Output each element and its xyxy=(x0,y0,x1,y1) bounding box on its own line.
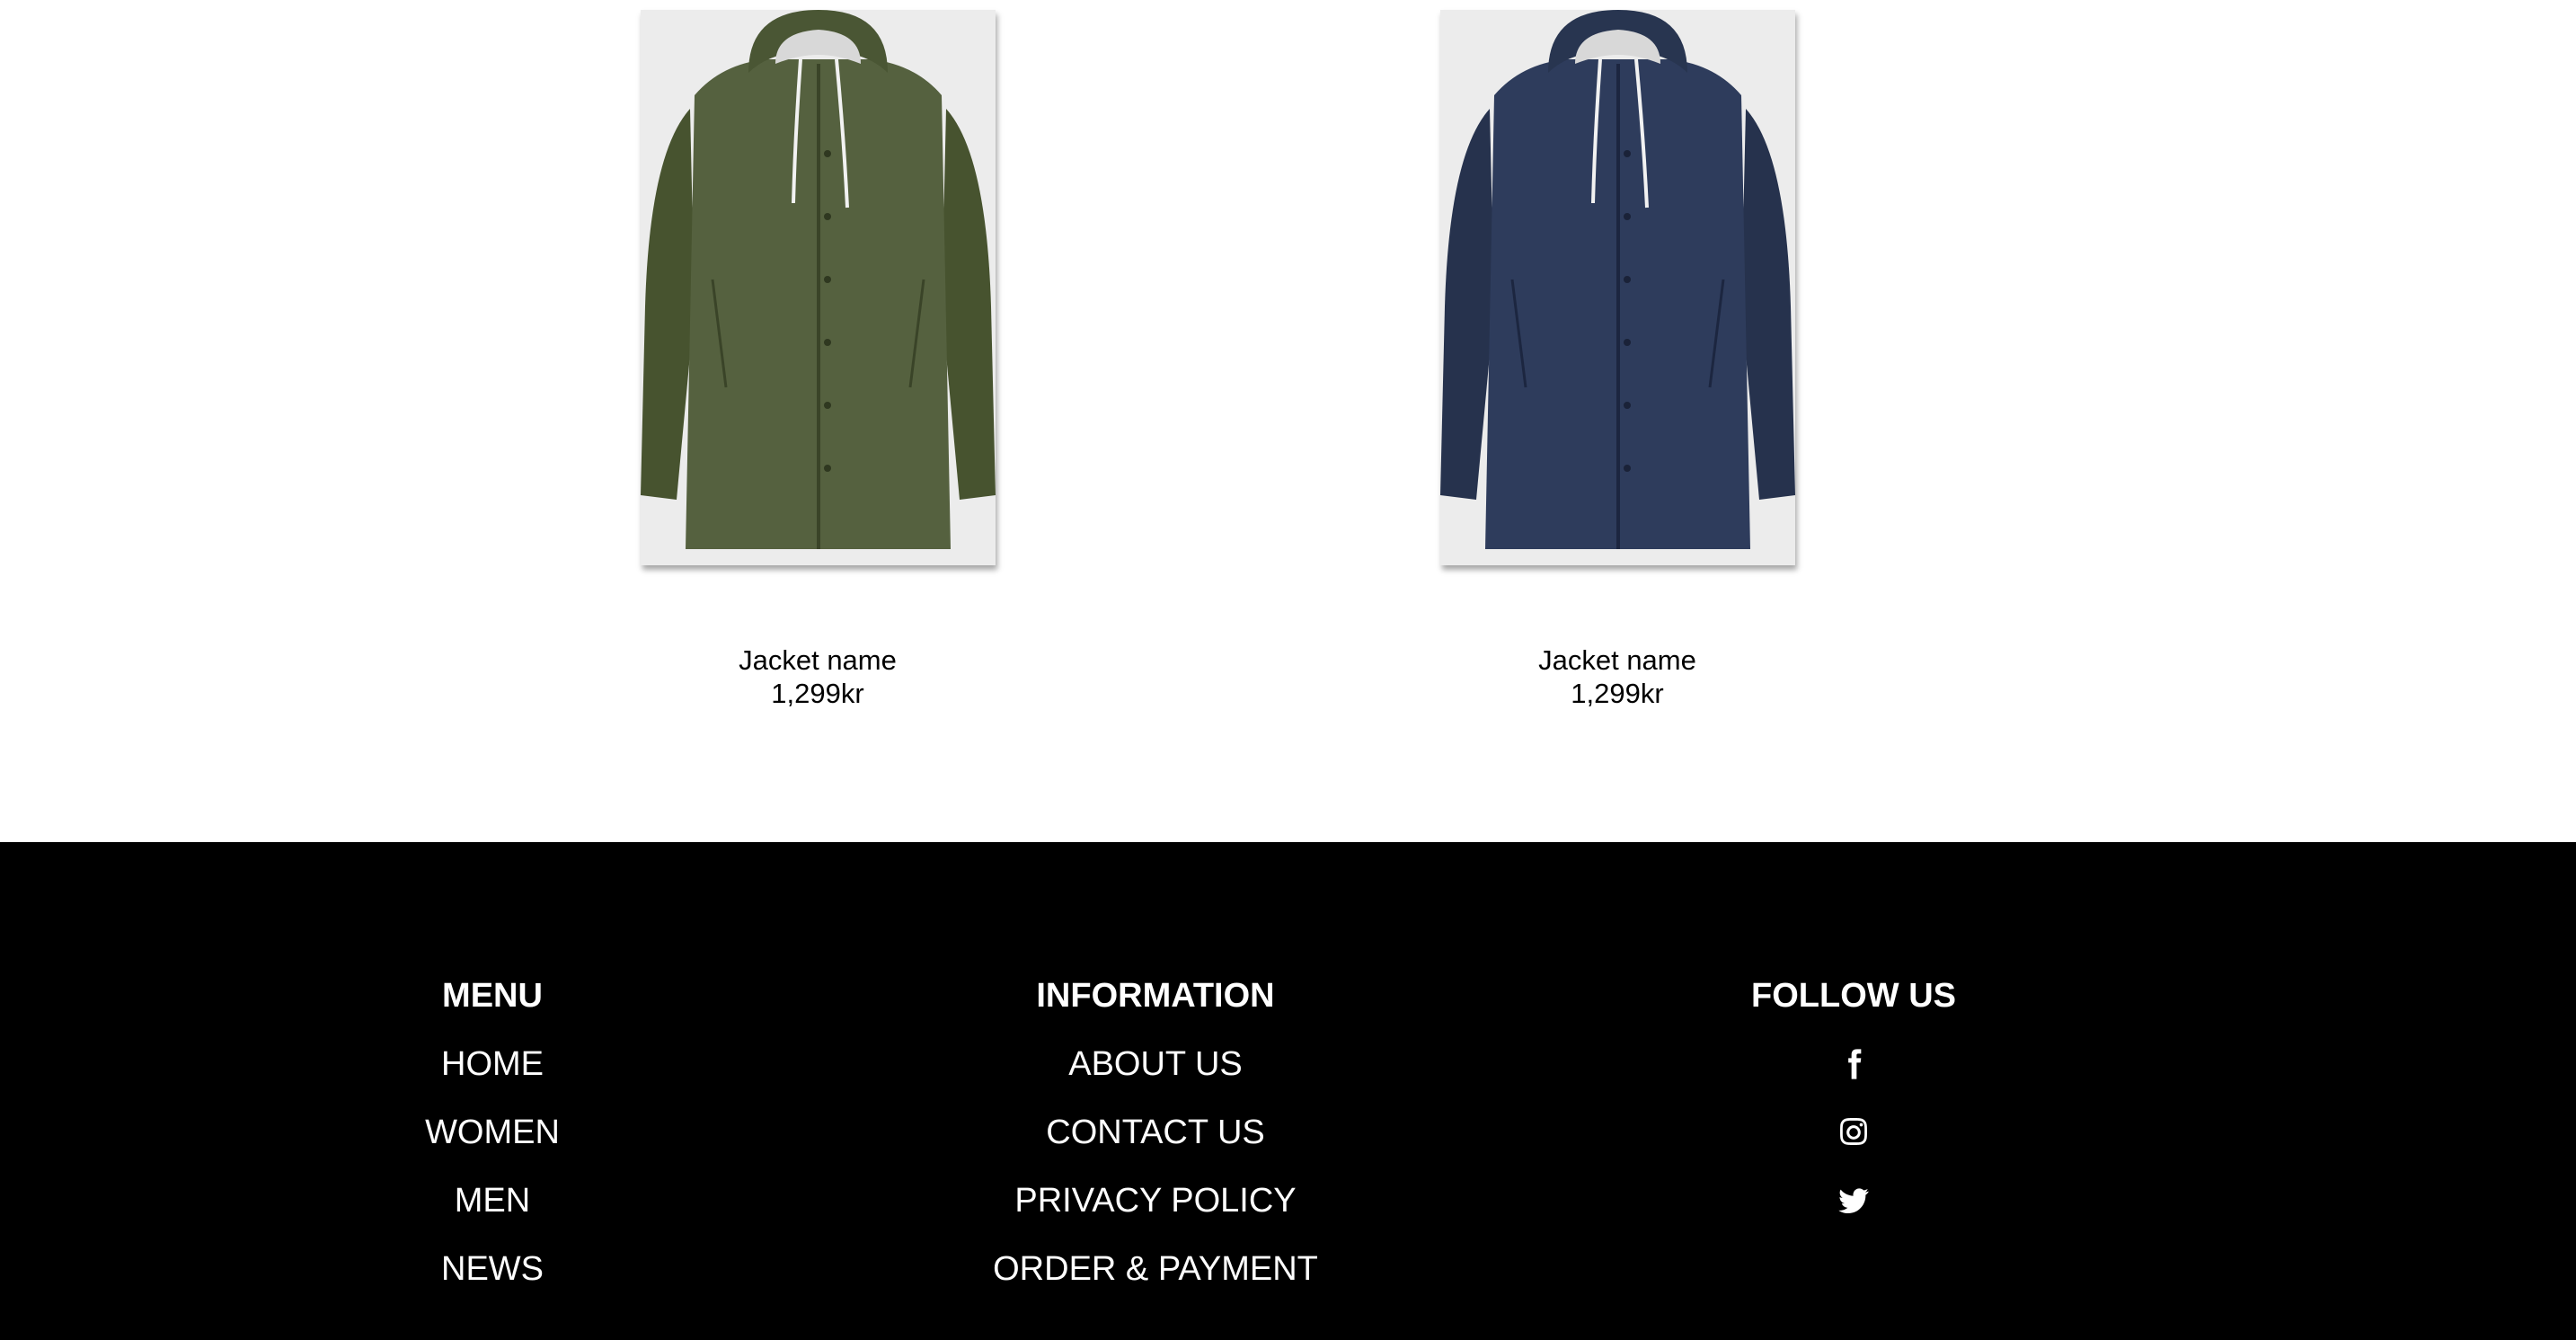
footer-follow-heading: FOLLOW US xyxy=(1751,977,1956,1015)
instagram-icon xyxy=(1840,1117,1867,1145)
footer-follow-column: FOLLOW US xyxy=(1620,975,2087,1248)
footer-link-contact-us[interactable]: CONTACT US xyxy=(922,1112,1389,1180)
product-card[interactable]: Jacket name 1,299kr xyxy=(629,0,1006,710)
facebook-icon xyxy=(1848,1049,1862,1079)
footer-menu-heading: MENU xyxy=(442,977,543,1015)
footer-information-heading: INFORMATION xyxy=(1036,977,1275,1015)
jacket-illustration xyxy=(1439,10,1795,549)
product-price: 1,299kr xyxy=(1571,678,1664,709)
footer-information-column: INFORMATION ABOUT US CONTACT US PRIVACY … xyxy=(922,975,1389,1317)
instagram-link[interactable] xyxy=(1620,1112,2087,1180)
product-card[interactable]: Jacket name 1,299kr xyxy=(1429,0,1806,710)
footer-link-women[interactable]: WOMEN xyxy=(259,1112,726,1180)
product-price: 1,299kr xyxy=(771,678,864,709)
footer-link-home[interactable]: HOME xyxy=(259,1043,726,1112)
site-footer: MENU HOME WOMEN MEN NEWS INFORMATION ABO… xyxy=(0,842,2576,1340)
footer-link-order-payment[interactable]: ORDER & PAYMENT xyxy=(922,1248,1389,1317)
footer-link-news[interactable]: NEWS xyxy=(259,1248,726,1317)
facebook-link[interactable] xyxy=(1620,1043,2087,1112)
product-image-green-jacket[interactable] xyxy=(640,10,996,565)
product-image-navy-jacket[interactable] xyxy=(1439,10,1795,565)
footer-link-privacy-policy[interactable]: PRIVACY POLICY xyxy=(922,1180,1389,1248)
jacket-illustration xyxy=(640,10,996,549)
product-name[interactable]: Jacket name xyxy=(629,643,1006,677)
footer-link-about-us[interactable]: ABOUT US xyxy=(922,1043,1389,1112)
twitter-icon xyxy=(1838,1188,1869,1213)
twitter-link[interactable] xyxy=(1620,1180,2087,1248)
footer-link-men[interactable]: MEN xyxy=(259,1180,726,1248)
product-name[interactable]: Jacket name xyxy=(1429,643,1806,677)
footer-menu-column: MENU HOME WOMEN MEN NEWS xyxy=(259,975,726,1317)
